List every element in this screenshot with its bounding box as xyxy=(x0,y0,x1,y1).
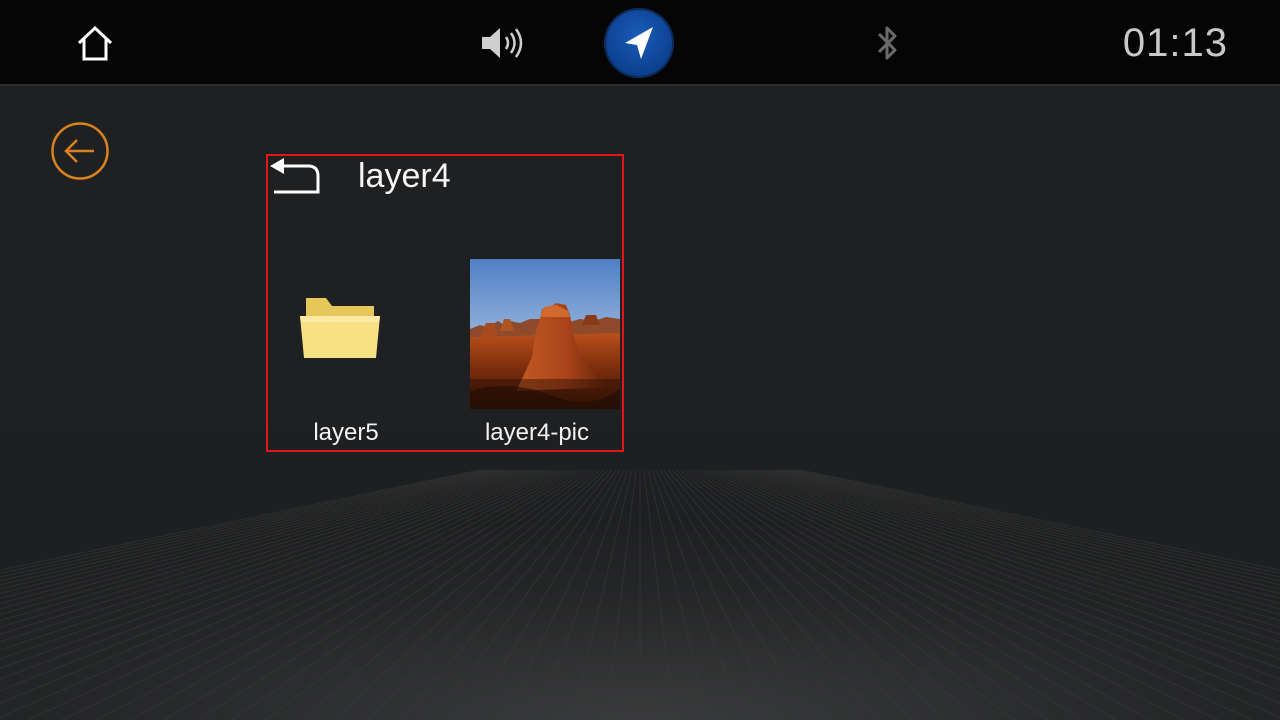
folder-item-layer5[interactable]: layer5 xyxy=(268,256,428,450)
volume-icon xyxy=(482,28,523,58)
return-arrow-icon xyxy=(270,158,320,194)
screen: 01:13 layer4 layer5 layer4-pic xyxy=(0,0,1280,720)
folder-label: layer5 xyxy=(313,419,379,446)
folder-icon xyxy=(300,298,380,358)
file-browser-panel: layer4 layer5 layer4-pic xyxy=(266,154,624,452)
bluetooth-icon xyxy=(877,26,897,60)
home-icon xyxy=(77,25,113,61)
bluetooth-button[interactable] xyxy=(866,20,910,66)
image-thumbnail xyxy=(470,259,620,409)
image-item-layer4-pic[interactable]: layer4-pic xyxy=(464,256,622,450)
navigation-button[interactable] xyxy=(604,8,674,78)
background-floor xyxy=(0,86,1280,720)
status-bar: 01:13 xyxy=(0,0,1280,86)
back-button[interactable] xyxy=(50,121,110,181)
circle-arrow-left-icon xyxy=(51,122,109,180)
clock: 01:13 xyxy=(1122,21,1228,65)
volume-button[interactable] xyxy=(476,22,528,64)
image-label: layer4-pic xyxy=(484,419,590,446)
home-button[interactable] xyxy=(70,20,120,66)
up-folder-button[interactable] xyxy=(268,158,322,196)
current-folder-title: layer4 xyxy=(358,157,451,195)
navigation-arrow-icon xyxy=(625,27,653,59)
